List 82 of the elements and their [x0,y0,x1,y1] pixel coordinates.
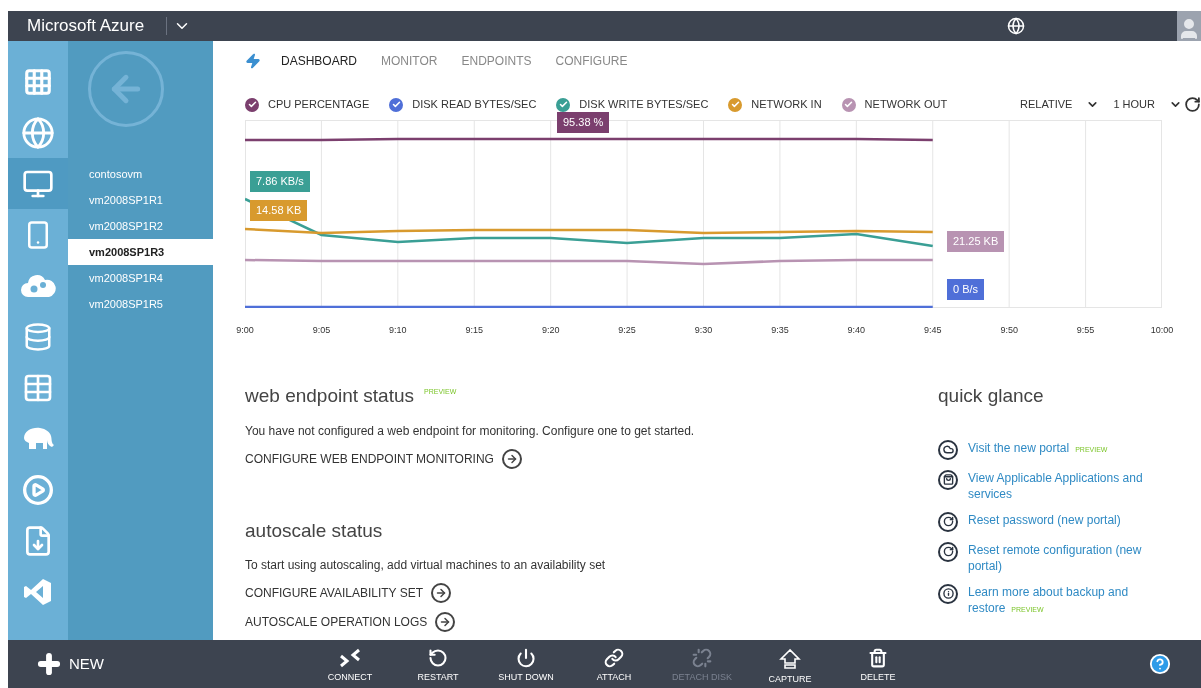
value-callout: 7.86 KB/s [250,171,310,192]
x-axis-label: 9:30 [694,324,713,337]
action-link[interactable]: AUTOSCALE OPERATION LOGS [245,612,885,632]
x-axis-label: 9:20 [541,324,560,337]
nav-item[interactable] [8,158,68,209]
house-arrow-icon [779,648,801,670]
globe-icon[interactable] [1007,17,1025,35]
command-button[interactable]: ATTACH [570,648,658,684]
tab[interactable]: DASHBOARD [281,52,357,70]
app-title: Microsoft Azure [27,15,145,38]
command-button[interactable]: RESTART [394,648,482,684]
legend-label: DISK WRITE BYTES/SEC [579,97,709,113]
tab[interactable]: MONITOR [381,52,438,70]
plus-icon [35,650,63,678]
back-button[interactable] [88,51,164,127]
action-link[interactable]: CONFIGURE AVAILABILITY SET [245,583,885,603]
lightning-icon [245,53,261,69]
x-axis-label: 9:35 [771,324,789,337]
restart-icon [428,648,448,668]
bag-icon [938,469,958,490]
database-icon [23,321,53,352]
legend-label: DISK READ BYTES/SEC [412,97,537,113]
arrow-right-icon [435,612,456,632]
tab[interactable]: CONFIGURE [555,52,628,70]
unlink-icon [692,648,712,668]
value-callout: 95.38 % [557,112,610,133]
legend-label: NETWORK OUT [864,97,948,113]
legend-check[interactable] [841,97,856,112]
value-callout: 21.25 KB [947,231,1005,252]
new-button[interactable]: NEW [35,650,104,678]
autoscale-text: To start using autoscaling, add virtual machines to an availability set [245,557,607,574]
command-button[interactable]: CONNECT [306,648,394,684]
legend-check[interactable] [389,97,404,112]
trash-icon [868,648,888,668]
x-axis-label: 9:05 [312,324,331,337]
x-axis-label: 10:00 [1150,324,1174,337]
range-mode-dropdown[interactable]: RELATIVE [1020,96,1100,113]
value-callout: 14.58 KB [250,200,308,221]
arrow-right-icon [501,448,522,469]
legend-check[interactable] [728,97,743,112]
quick-glance-link[interactable]: View Applicable Applications and services [968,469,1178,502]
restart-icon [938,541,958,562]
x-axis-label: 9:00 [236,324,254,337]
action-link[interactable]: CONFIGURE WEB ENDPOINT MONITORING [245,448,885,469]
section-heading: autoscale status [245,518,384,543]
vm-list-item[interactable]: vm2008SP1R3 [68,239,213,265]
legend-check[interactable] [245,97,259,112]
section-heading: web endpoint status [245,384,414,408]
value-callout: 0 B/s [947,279,985,300]
x-axis-label: 9:10 [389,324,407,337]
command-button[interactable]: SHUT DOWN [482,648,570,684]
web-endpoint-text: You have not configured a web endpoint for monitoring. Configure one to get started. [245,422,696,440]
command-button[interactable]: CAPTURE [746,648,834,684]
grid-icon [23,66,53,97]
cloud-icon [938,439,958,460]
x-axis-label: 9:15 [465,324,483,337]
legend-check[interactable] [556,97,571,112]
arrow-right-icon [431,583,452,603]
help-icon[interactable] [1149,653,1171,675]
globe-icon [21,115,55,150]
quick-glance-link[interactable]: Reset remote configuration (new portal) [968,541,1178,574]
restart-icon [938,511,958,532]
visual-studio-icon [23,576,53,607]
x-axis-label: 9:40 [847,324,866,337]
link-icon [604,648,624,668]
connect-icon [339,648,361,668]
command-button[interactable]: DELETE [834,648,922,684]
quick-glance-link[interactable]: Reset password (new portal) [968,511,1121,528]
legend-label: CPU PERCENTAGE [268,97,370,113]
period-dropdown[interactable]: 1 HOUR [1113,96,1182,113]
power-icon [516,648,536,668]
x-axis-label: 9:45 [924,324,942,337]
legend-label: NETWORK IN [751,97,822,113]
info-icon [938,583,958,604]
x-axis-label: 9:55 [1076,324,1095,337]
x-axis-label: 9:50 [1000,324,1018,337]
play-icon [22,473,54,506]
refresh-icon[interactable] [1184,96,1201,113]
section-heading: quick glance [938,384,1045,408]
x-axis-label: 9:25 [618,324,636,337]
avatar[interactable] [1177,11,1201,41]
tab[interactable]: ENDPOINTS [461,52,532,70]
